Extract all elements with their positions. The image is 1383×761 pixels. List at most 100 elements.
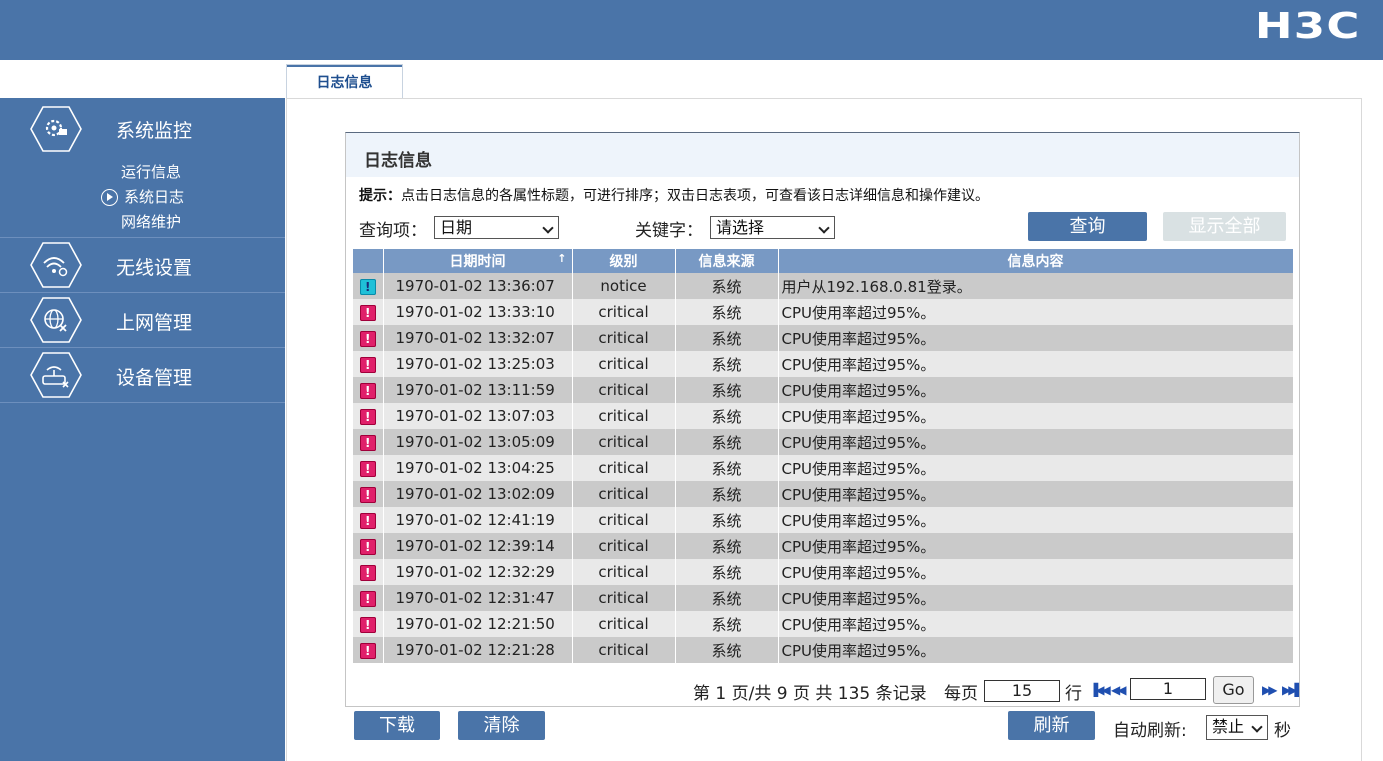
sidebar-subitem-network-maintenance[interactable]: 网络维护: [0, 210, 285, 235]
row-source: 系统: [675, 299, 779, 325]
table-row[interactable]: ! 1970-01-02 13:33:10 critical 系统 CPU使用率超过95…: [353, 299, 1294, 325]
next-page-icon[interactable]: ▶▶: [1262, 683, 1278, 697]
row-message: CPU使用率超过95%。: [778, 559, 1294, 585]
tab-log-info[interactable]: 日志信息: [287, 65, 402, 99]
row-source: 系统: [675, 507, 779, 533]
per-page-input[interactable]: 15: [984, 680, 1060, 702]
table-row[interactable]: ! 1970-01-02 12:39:14 critical 系统 CPU使用率超过95…: [353, 533, 1294, 559]
table-row[interactable]: ! 1970-01-02 13:05:09 critical 系统 CPU使用率超过95…: [353, 429, 1294, 455]
row-level: critical: [572, 429, 676, 455]
critical-level-icon: !: [359, 512, 376, 529]
row-time: 1970-01-02 13:36:07: [383, 273, 573, 299]
table-row[interactable]: ! 1970-01-02 13:02:09 critical 系统 CPU使用率超过95…: [353, 481, 1294, 507]
keyword-select[interactable]: 请选择: [710, 216, 835, 239]
panel-header: 日志信息: [346, 133, 1299, 177]
row-time: 1970-01-02 13:04:25: [383, 455, 573, 481]
last-page-icon[interactable]: ▶▶▌: [1282, 683, 1304, 697]
table-row[interactable]: ! 1970-01-02 12:41:19 critical 系统 CPU使用率超过95…: [353, 507, 1294, 533]
query-field-select[interactable]: 日期: [434, 216, 559, 239]
chevron-down-icon: [818, 222, 830, 234]
column-header-level[interactable]: 级别: [572, 249, 676, 273]
row-level-icon-cell: !: [353, 533, 384, 559]
sidebar-item-device[interactable]: 设备管理: [0, 348, 285, 402]
notice-level-icon: !: [359, 278, 376, 295]
sidebar-section-wireless: 无线设置: [0, 238, 285, 293]
row-level-icon-cell: !: [353, 507, 384, 533]
row-source: 系统: [675, 455, 779, 481]
critical-level-icon: !: [359, 330, 376, 347]
refresh-button[interactable]: 刷新: [1008, 711, 1095, 740]
sidebar-item-internet[interactable]: 上网管理: [0, 293, 285, 347]
per-page-label: 每页: [944, 684, 978, 704]
critical-level-icon: !: [359, 304, 376, 321]
row-time: 1970-01-02 13:33:10: [383, 299, 573, 325]
row-message: CPU使用率超过95%。: [778, 481, 1294, 507]
go-button[interactable]: Go: [1213, 676, 1254, 704]
row-time: 1970-01-02 12:21:50: [383, 611, 573, 637]
table-row[interactable]: ! 1970-01-02 13:04:25 critical 系统 CPU使用率超过95…: [353, 455, 1294, 481]
sidebar-item-wireless[interactable]: 无线设置: [0, 238, 285, 292]
row-source: 系统: [675, 377, 779, 403]
sidebar-subitem-system-log[interactable]: 系统日志: [0, 185, 285, 210]
sort-up-icon: ↑: [557, 252, 567, 265]
row-message: CPU使用率超过95%。: [778, 377, 1294, 403]
hint-label: 提示：: [359, 188, 401, 204]
row-message: CPU使用率超过95%。: [778, 429, 1294, 455]
download-button[interactable]: 下载: [354, 711, 440, 740]
clear-button[interactable]: 清除: [458, 711, 545, 740]
critical-level-icon: !: [359, 382, 376, 399]
row-source: 系统: [675, 637, 779, 663]
prev-page-icon[interactable]: ◀◀: [1111, 683, 1127, 697]
table-row[interactable]: ! 1970-01-02 13:11:59 critical 系统 CPU使用率超过95…: [353, 377, 1294, 403]
column-header-time[interactable]: 日期时间 ↑: [383, 249, 573, 273]
column-header-message[interactable]: 信息内容: [778, 249, 1294, 273]
monitor-gear-icon: [30, 106, 82, 152]
table-row[interactable]: ! 1970-01-02 12:31:47 critical 系统 CPU使用率超过95…: [353, 585, 1294, 611]
table-row[interactable]: ! 1970-01-02 12:21:28 critical 系统 CPU使用率超过95…: [353, 637, 1294, 663]
query-button[interactable]: 查询: [1028, 212, 1147, 241]
row-message: CPU使用率超过95%。: [778, 351, 1294, 377]
row-message: CPU使用率超过95%。: [778, 325, 1294, 351]
row-source: 系统: [675, 559, 779, 585]
row-source: 系统: [675, 533, 779, 559]
table-row[interactable]: ! 1970-01-02 13:32:07 critical 系统 CPU使用率超过95…: [353, 325, 1294, 351]
chevron-down-icon: [542, 222, 554, 234]
critical-level-icon: !: [359, 408, 376, 425]
table-row[interactable]: ! 1970-01-02 13:25:03 critical 系统 CPU使用率超过95…: [353, 351, 1294, 377]
row-source: 系统: [675, 481, 779, 507]
row-message: CPU使用率超过95%。: [778, 403, 1294, 429]
sidebar-subitem-run-info[interactable]: 运行信息: [0, 160, 285, 185]
row-level: critical: [572, 351, 676, 377]
table-row[interactable]: ! 1970-01-02 13:07:03 critical 系统 CPU使用率超过95…: [353, 403, 1294, 429]
table-row[interactable]: ! 1970-01-02 12:21:50 critical 系统 CPU使用率超过95…: [353, 611, 1294, 637]
row-level: critical: [572, 481, 676, 507]
critical-level-icon: !: [359, 642, 376, 659]
show-all-button[interactable]: 显示全部: [1163, 212, 1286, 241]
auto-refresh-select[interactable]: 禁止: [1206, 715, 1268, 740]
row-source: 系统: [675, 585, 779, 611]
row-source: 系统: [675, 351, 779, 377]
page-number-input[interactable]: 1: [1130, 678, 1206, 700]
sidebar-submenu-monitor: 运行信息 系统日志 网络维护: [0, 152, 285, 237]
row-level-icon-cell: !: [353, 455, 384, 481]
sidebar-label-device: 设备管理: [116, 367, 193, 389]
globe-block-icon: [30, 297, 82, 343]
row-level: critical: [572, 403, 676, 429]
query-field-value: 日期: [440, 218, 473, 237]
row-time: 1970-01-02 12:31:47: [383, 585, 573, 611]
seconds-unit-label: 秒: [1274, 721, 1291, 741]
row-level-icon-cell: !: [353, 325, 384, 351]
column-header-source[interactable]: 信息来源: [675, 249, 779, 273]
row-source: 系统: [675, 429, 779, 455]
row-source: 系统: [675, 611, 779, 637]
row-message: CPU使用率超过95%。: [778, 299, 1294, 325]
table-row[interactable]: ! 1970-01-02 12:32:29 critical 系统 CPU使用率超过95…: [353, 559, 1294, 585]
sidebar-label-monitor: 系统监控: [116, 120, 193, 142]
sidebar-section-internet: 上网管理: [0, 293, 285, 348]
router-gear-icon: [30, 352, 82, 398]
sidebar-item-monitor[interactable]: 系统监控: [0, 98, 285, 152]
first-page-icon[interactable]: ▐◀◀: [1089, 683, 1111, 697]
table-row[interactable]: ! 1970-01-02 13:36:07 notice 系统 用户从192.168.0…: [353, 273, 1294, 299]
row-level-icon-cell: !: [353, 559, 384, 585]
row-level: critical: [572, 377, 676, 403]
